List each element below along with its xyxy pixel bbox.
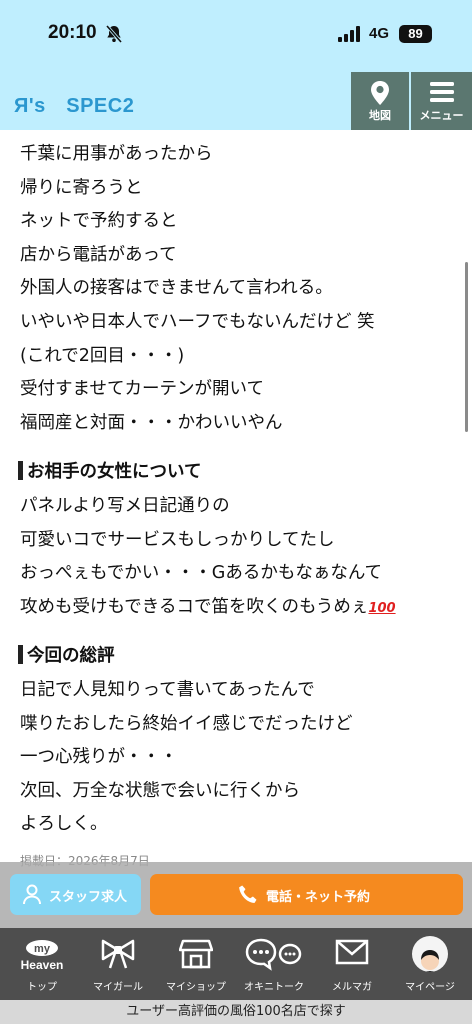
tab-my-page[interactable]: マイページ (388, 928, 472, 1000)
scrollbar[interactable] (465, 262, 468, 432)
shop-name[interactable]: Я's SPEC2 (14, 89, 134, 118)
status-time: 20:10 (48, 22, 97, 43)
menu-label: メニュー (419, 109, 464, 122)
signal-icon (338, 26, 360, 42)
review-line: 攻めも受けもできるコで笛を吹くのもうめぇ (20, 596, 369, 617)
review-line: 喋りたおしたら終始イイ感じでだったけど (20, 713, 353, 734)
review-line: おっぺぇもでかい・・・Gあるかもなぁなんて (20, 563, 382, 584)
tab-my-shop[interactable]: マイショップ (154, 928, 238, 1000)
review-line: (これで2回目・・・) (20, 345, 185, 366)
tab-label: メルマガ (332, 982, 372, 993)
review-line: 日記で人見知りって書いてあったんで (20, 679, 315, 700)
mail-icon (335, 939, 369, 965)
review-line: ネットで予約すると (20, 211, 178, 232)
cta-bar: スタッフ求人 電話・ネット予約 (0, 862, 472, 928)
review-line: 店から電話があって (20, 244, 177, 265)
chat-icon (245, 938, 302, 971)
status-bar: 20:10 4G 89 (0, 0, 472, 72)
section-title-summary: 今回の総評 (20, 640, 460, 674)
footer-banner[interactable]: ユーザー高評価の風俗100名店で探す (0, 1000, 472, 1024)
map-pin-icon (371, 81, 389, 105)
tab-label: トップ (27, 982, 57, 993)
avatar (412, 936, 448, 972)
review-line: 次回、万全な状態で会いに行くから (20, 780, 300, 801)
my-heaven-logo: my Heaven (21, 940, 64, 972)
tab-my-girl[interactable]: マイガール (76, 928, 160, 1000)
call-reserve-button[interactable]: 電話・ネット予約 (150, 874, 463, 915)
tab-label: マイガール (93, 982, 143, 993)
map-button[interactable]: 地図 (351, 72, 409, 130)
review-line: 一つ心残りが・・・ (20, 747, 178, 768)
call-reserve-label: 電話・ネット予約 (266, 890, 371, 905)
logo-text-top: my (34, 943, 51, 955)
phone-icon (239, 885, 257, 903)
staff-recruit-button[interactable]: スタッフ求人 (10, 874, 141, 915)
review-line: 外国人の接客はできませんて言われる。 (20, 278, 333, 299)
tab-label: マイショップ (166, 982, 226, 993)
ribbon-icon (101, 939, 135, 969)
shop-icon (179, 939, 213, 969)
hundred-points-emoji: 100 (368, 600, 396, 616)
bell-muted-icon (105, 24, 123, 44)
tab-label: マイページ (405, 982, 455, 993)
review-body: 千葉に用事があったから 帰りに寄ろうと ネットで予約すると 店から電話があって … (20, 138, 460, 842)
review-line-with-emoji: 攻めも受けもできるコで笛を吹くのもうめぇ100 (20, 591, 460, 625)
network-label: 4G (369, 25, 390, 42)
logo-text-bottom: Heaven (21, 958, 64, 972)
review-line: 福岡産と対面・・・かわいいやん (20, 412, 283, 433)
review-line: 帰りに寄ろうと (20, 177, 143, 198)
tab-label: オキニトーク (244, 982, 304, 993)
review-line: よろしく。 (20, 814, 108, 835)
person-icon (23, 884, 41, 905)
review-line: パネルより写メ日記通りの (20, 495, 230, 516)
tab-okini-talk[interactable]: オキニトーク (232, 928, 316, 1000)
section-title-partner: お相手の女性について (20, 456, 460, 490)
review-line: 千葉に用事があったから (20, 144, 213, 164)
tab-top[interactable]: my Heaven トップ (0, 928, 84, 1000)
review-line: 可愛いコでサービスもしっかりしてたし (20, 529, 335, 550)
map-label: 地図 (369, 109, 391, 122)
review-line: 受付すませてカーテンが開いて (20, 379, 264, 400)
hamburger-icon (429, 82, 454, 102)
review-line: いやいや日本人でハーフでもないんだけど 笑 (20, 311, 375, 332)
header: Я's SPEC2 地図 メニュー (0, 72, 472, 130)
battery-icon: 89 (399, 25, 432, 43)
staff-recruit-label: スタッフ求人 (49, 890, 128, 905)
menu-button[interactable]: メニュー (411, 72, 472, 130)
tab-mail-magazine[interactable]: メルマガ (310, 928, 394, 1000)
tab-bar: my Heaven トップ マイガール マイショップ オキニトーク メルマガ マ… (0, 928, 472, 1000)
avatar-illustration (421, 950, 439, 972)
